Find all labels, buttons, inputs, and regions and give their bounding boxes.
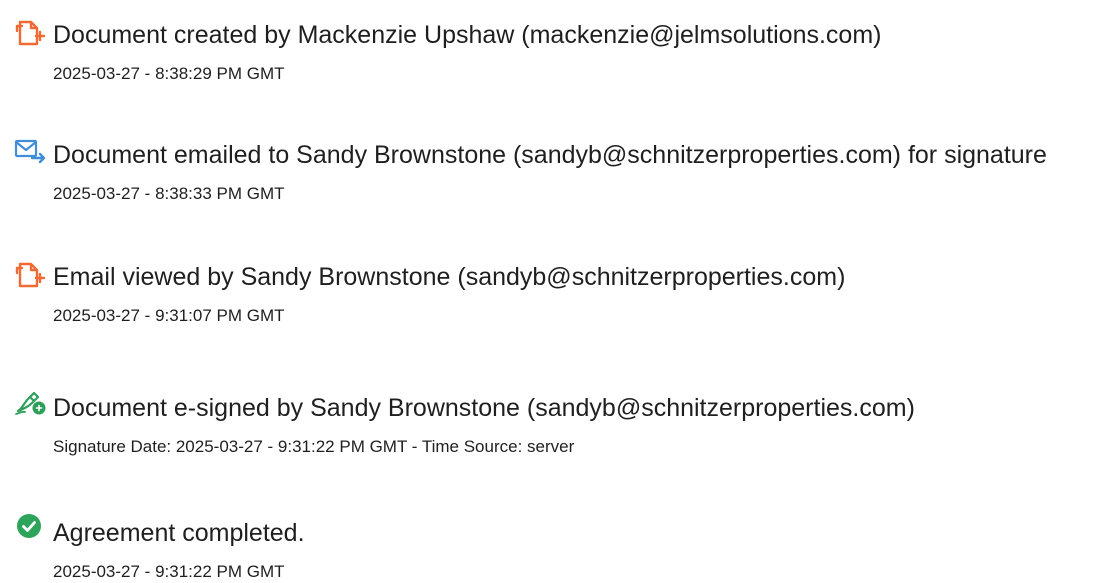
event-timestamp: 2025-03-27 - 8:38:29 PM GMT — [53, 64, 285, 83]
event-title: Document emailed to Sandy Brownstone (sa… — [53, 141, 1047, 169]
event-title: Email viewed by Sandy Brownstone (sandyb… — [53, 263, 846, 291]
event-title: Document created by Mackenzie Upshaw (ma… — [53, 21, 882, 49]
document-icon — [14, 260, 48, 290]
event-timestamp: Signature Date: 2025-03-27 - 9:31:22 PM … — [53, 437, 575, 456]
email-sent-icon — [14, 136, 48, 166]
event-timestamp: 2025-03-27 - 9:31:22 PM GMT — [53, 562, 285, 581]
check-circle-icon — [14, 512, 48, 542]
event-timestamp: 2025-03-27 - 8:38:33 PM GMT — [53, 184, 285, 203]
pen-sign-icon — [14, 387, 48, 417]
event-title: Document e-signed by Sandy Brownstone (s… — [53, 394, 915, 422]
event-title: Agreement completed. — [53, 519, 305, 547]
event-timestamp: 2025-03-27 - 9:31:07 PM GMT — [53, 306, 285, 325]
document-icon — [14, 18, 48, 48]
